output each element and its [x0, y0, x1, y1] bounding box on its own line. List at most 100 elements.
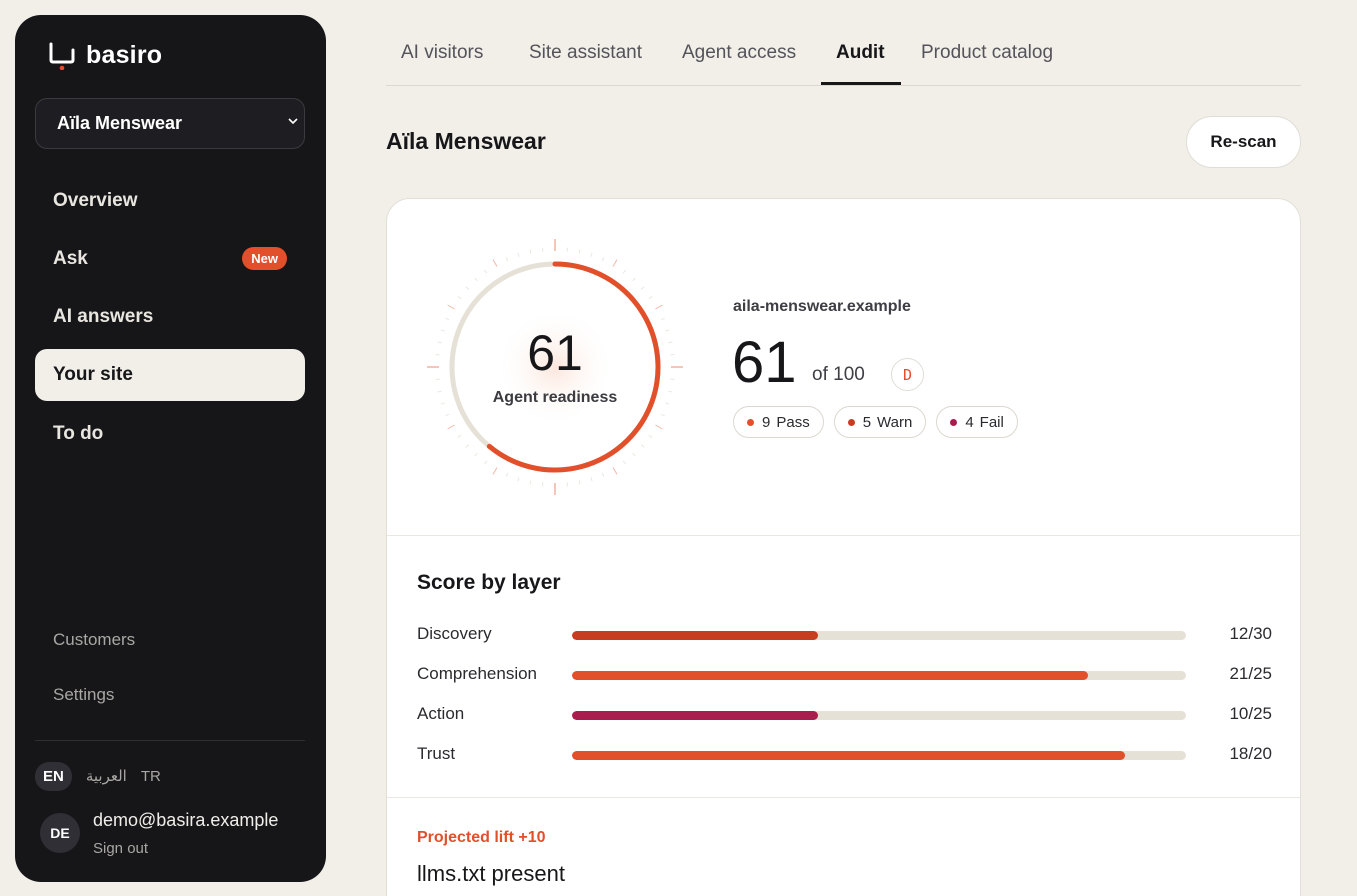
grade-badge: D	[891, 358, 924, 391]
layer-name: Discovery	[417, 624, 492, 643]
tab-site-assistant[interactable]: Site assistant	[529, 42, 642, 64]
gauge-tick	[492, 467, 498, 475]
sidebar-item-customers[interactable]: Customers	[35, 620, 305, 660]
gauge-tick	[648, 434, 653, 438]
gauge-tick	[632, 277, 636, 282]
sidebar-item-label: To do	[53, 423, 104, 444]
divider	[387, 535, 1300, 536]
sidebar: basiro Aïla Menswear Overview Ask New AI…	[15, 15, 326, 882]
gauge-tick	[529, 480, 532, 485]
active-tab-indicator	[821, 82, 901, 85]
tab-product-catalog[interactable]: Product catalog	[921, 42, 1053, 64]
layer-bar-fill	[572, 711, 818, 720]
user-block: DE demo@basira.example Sign out	[40, 810, 278, 857]
sidebar-item-ai-answers[interactable]: AI answers	[35, 291, 305, 343]
gauge-tick	[517, 477, 520, 482]
gauge-tick	[465, 444, 470, 448]
layer-row-discovery: Discovery 12/30	[417, 622, 1272, 646]
gauge-tick	[505, 472, 509, 477]
pill-count: 5	[862, 413, 872, 431]
rescan-button[interactable]: Re-scan	[1186, 116, 1301, 168]
gauge-tick	[484, 460, 488, 465]
lang-ar[interactable]: العربية	[86, 761, 127, 791]
score-max: of 100	[812, 364, 865, 385]
layer-name: Action	[417, 704, 465, 723]
tab-ai-visitors[interactable]: AI visitors	[401, 42, 483, 64]
chevron-down-icon	[288, 118, 298, 125]
score-by-layer-title: Score by layer	[417, 571, 561, 594]
sidebar-item-your-site[interactable]: Your site	[35, 349, 305, 401]
gauge-tick	[660, 413, 665, 417]
gauge-tick	[590, 477, 593, 482]
basiro-logo-icon	[49, 42, 75, 70]
brand-name: basiro	[86, 41, 163, 69]
warn-dot	[847, 418, 855, 426]
audit-card: 61 Agent readiness aila-menswear.example…	[386, 198, 1301, 896]
lang-tr[interactable]: TR	[141, 762, 161, 791]
gauge-tick	[622, 269, 626, 274]
store-selector[interactable]: Aïla Menswear	[35, 98, 305, 149]
user-email: demo@basira.example	[93, 810, 279, 830]
gauge-tick	[601, 257, 605, 262]
page-title: Aïla Menswear	[386, 128, 546, 154]
layer-name: Trust	[417, 744, 456, 763]
sidebar-item-to-do[interactable]: To do	[35, 408, 305, 460]
gauge-tick	[612, 259, 618, 267]
pill-label: Fail	[979, 413, 1004, 431]
gauge-tick	[622, 460, 626, 465]
pass-pill[interactable]: 9 Pass	[733, 406, 824, 438]
gauge-tick	[447, 424, 455, 430]
sidebar-item-ask[interactable]: Ask New	[35, 233, 305, 285]
sign-out-link[interactable]: Sign out	[93, 840, 278, 857]
tab-agent-access[interactable]: Agent access	[682, 42, 796, 64]
new-badge: New	[242, 247, 287, 270]
gauge-tick	[640, 444, 645, 448]
gauge-tick	[457, 296, 462, 300]
sidebar-item-overview[interactable]: Overview	[35, 175, 305, 227]
gauge-tick	[632, 452, 636, 457]
pill-count: 9	[762, 413, 771, 431]
fail-pill[interactable]: 4 Fail	[936, 406, 1018, 438]
layer-bar-fill	[572, 631, 818, 640]
result-pills: 9 Pass 5 Warn 4 Fail	[733, 406, 1018, 438]
avatar[interactable]: DE	[40, 813, 80, 853]
gauge-tick	[445, 317, 450, 321]
tab-bar: AI visitors Site assistant Agent access …	[386, 0, 1301, 86]
gauge-tick	[492, 259, 498, 267]
gauge-tick	[474, 452, 478, 457]
layer-score: 12/30	[1229, 624, 1272, 643]
projected-lift: Projected lift +10	[417, 829, 546, 846]
gauge-tick	[465, 286, 470, 290]
language-switcher: EN العربية TR	[35, 761, 161, 791]
gauge-tick	[457, 434, 462, 438]
gauge-tick	[578, 249, 581, 254]
gauge-value: 61	[527, 325, 583, 381]
pill-label: Warn	[877, 413, 913, 431]
sidebar-divider	[35, 740, 305, 741]
pill-label: Pass	[776, 413, 810, 431]
store-name: Aïla Menswear	[57, 113, 183, 133]
layer-name: Comprehension	[417, 664, 538, 683]
gauge-tick	[590, 252, 593, 257]
sidebar-item-label: Ask	[53, 248, 88, 269]
logo[interactable]: basiro	[48, 41, 162, 70]
lang-en[interactable]: EN	[35, 761, 72, 791]
sidebar-item-label: Customers	[53, 630, 136, 649]
sidebar-item-settings[interactable]: Settings	[35, 675, 305, 715]
sidebar-item-label: Overview	[53, 190, 138, 211]
score-value: 61	[732, 330, 797, 395]
warn-pill[interactable]: 5 Warn	[833, 406, 927, 438]
sidebar-item-label: Your site	[53, 364, 133, 385]
gauge-tick	[474, 277, 478, 282]
gauge-tick	[447, 304, 455, 310]
finding-title[interactable]: llms.txt present	[417, 861, 565, 887]
gauge-tick	[655, 424, 663, 430]
layer-bar-fill	[572, 671, 1088, 680]
gauge-tick	[640, 286, 645, 290]
tab-audit[interactable]: Audit	[836, 42, 885, 64]
gauge-tick	[445, 413, 450, 417]
sidebar-item-label: Settings	[53, 685, 115, 704]
layer-row-action: Action 10/25	[417, 702, 1272, 726]
gauge-label: Agent readiness	[492, 389, 618, 406]
gauge-tick	[601, 472, 605, 477]
